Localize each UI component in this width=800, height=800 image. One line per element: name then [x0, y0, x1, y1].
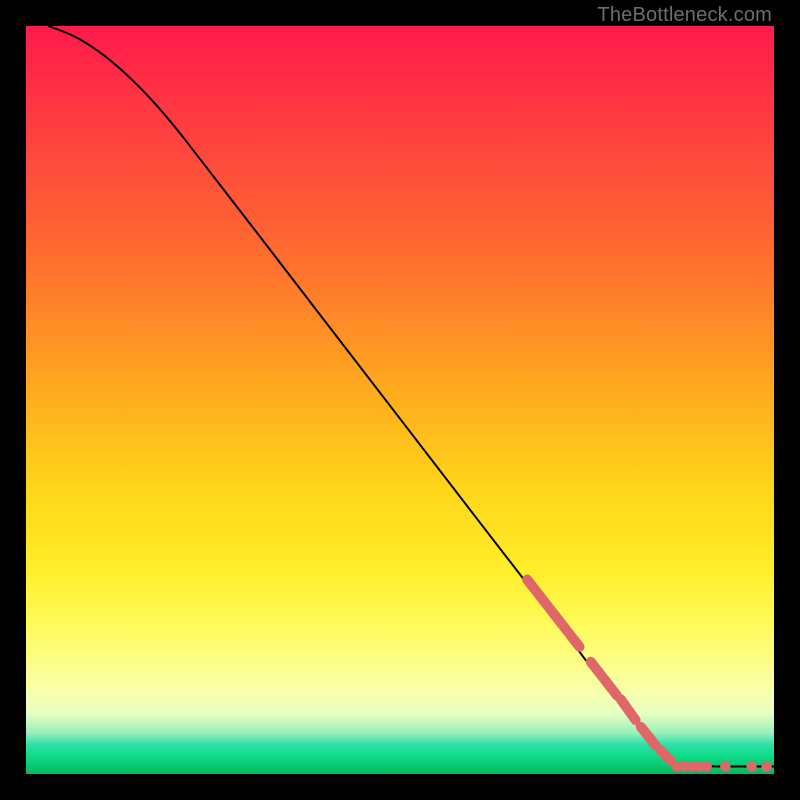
highlight-segment [621, 699, 636, 720]
highlight-segment [527, 580, 579, 647]
highlight-dot [720, 761, 730, 771]
highlight-dot [701, 761, 711, 771]
highlight-segment [641, 727, 656, 746]
highlight-segment [591, 662, 617, 696]
plot-area [26, 26, 774, 774]
highlight-dot [746, 761, 756, 771]
highlight-segment [660, 750, 670, 760]
chart-frame: TheBottleneck.com [0, 0, 800, 800]
chart-svg [26, 26, 774, 774]
main-curve [48, 26, 774, 767]
watermark-text: TheBottleneck.com [597, 4, 772, 27]
highlight-dot [761, 761, 771, 771]
highlight-markers [527, 580, 772, 772]
